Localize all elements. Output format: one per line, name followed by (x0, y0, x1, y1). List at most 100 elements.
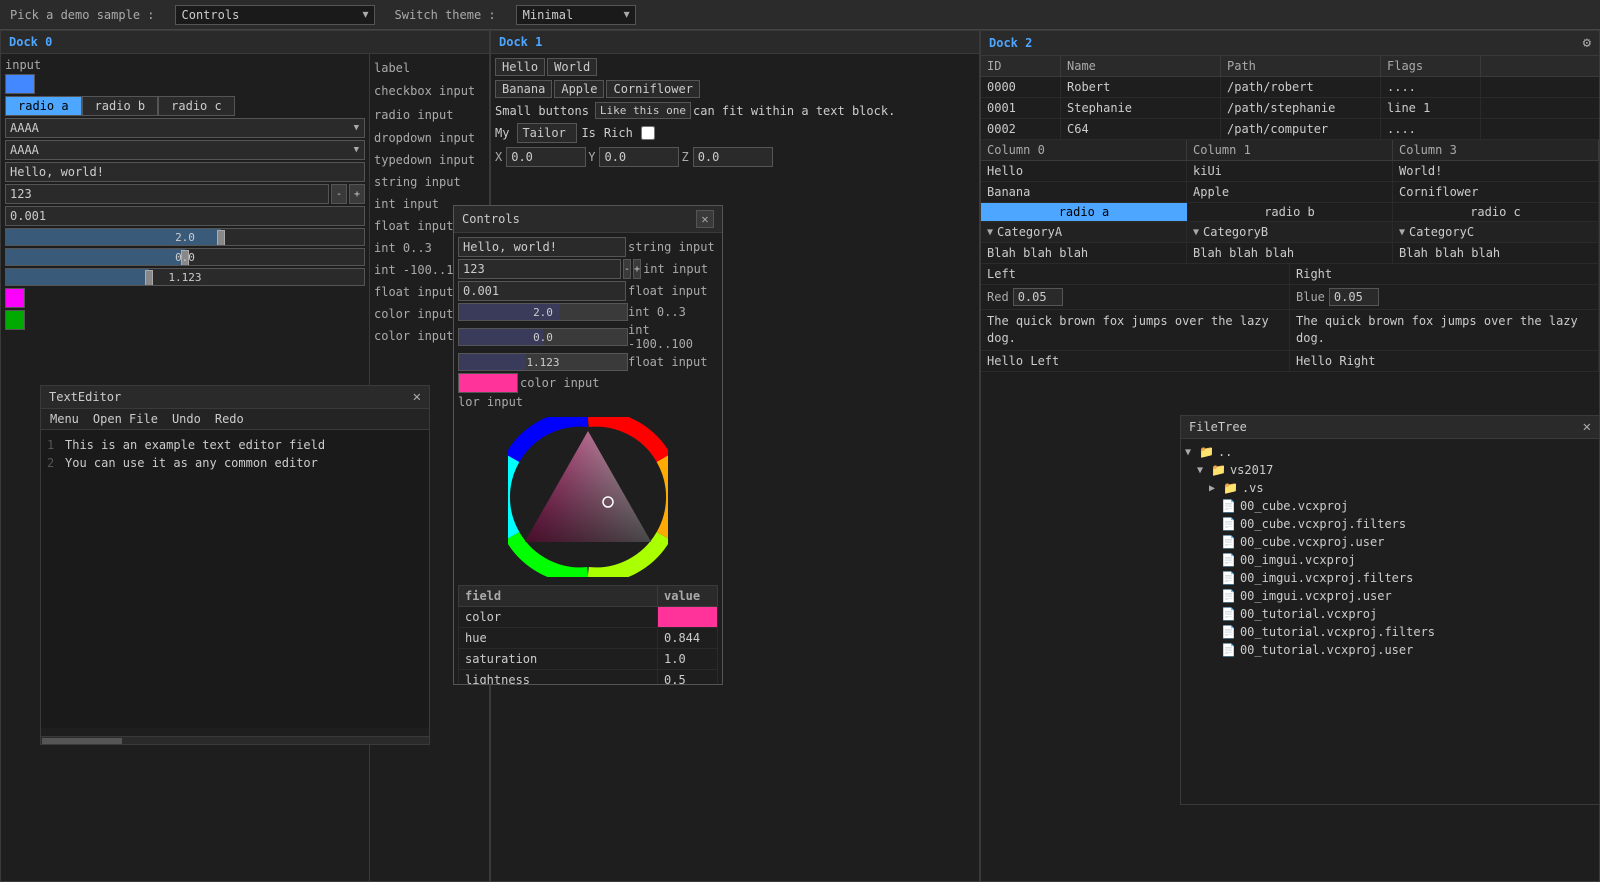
color-swatch-value[interactable] (658, 607, 718, 628)
demo-sample-select[interactable]: Controls (175, 5, 375, 25)
hscroll-thumb[interactable] (42, 738, 122, 744)
is-label: Is (581, 126, 595, 140)
radio-b-cell[interactable]: radio b (1187, 203, 1393, 221)
gear-icon[interactable]: ⚙ (1583, 35, 1591, 51)
table-row-0[interactable]: 0000 Robert /path/robert .... (981, 77, 1599, 98)
vs-label: .vs (1242, 481, 1264, 495)
tree-file-cube-filters[interactable]: 📄 00_cube.vcxproj.filters (1185, 515, 1595, 533)
modal-float-row: float input (458, 281, 718, 301)
tree-item-vs2017[interactable]: ▼ 📁 vs2017 (1185, 461, 1595, 479)
open-file-menu[interactable]: Open File (90, 411, 161, 427)
theme-select[interactable]: Minimal (516, 5, 636, 25)
tree-file-tutorial-filters[interactable]: 📄 00_tutorial.vcxproj.filters (1185, 623, 1595, 641)
undo-menu[interactable]: Undo (169, 411, 204, 427)
blue-input[interactable] (1329, 288, 1379, 306)
x-input[interactable] (506, 147, 586, 167)
modal-color2-row: lor input (458, 395, 718, 409)
table-row-1[interactable]: 0001 Stephanie /path/stephanie line 1 (981, 98, 1599, 119)
modal-color-swatch[interactable] (458, 373, 518, 393)
tree-file-cube-user[interactable]: 📄 00_cube.vcxproj.user (1185, 533, 1595, 551)
radio-a-btn[interactable]: radio a (5, 96, 82, 116)
radio-c-cell[interactable]: radio c (1393, 203, 1599, 221)
tree-file-cube-proj[interactable]: 📄 00_cube.vcxproj (1185, 497, 1595, 515)
string-label: string input (374, 172, 485, 192)
tailor-input[interactable] (517, 123, 577, 143)
modal-float-slider[interactable]: 1.123 (458, 353, 628, 371)
string-input[interactable] (5, 162, 365, 182)
tree-file-tutorial-proj[interactable]: 📄 00_tutorial.vcxproj (1185, 605, 1595, 623)
modal-int-input[interactable] (458, 259, 621, 279)
cat-b-arrow: ▼ (1193, 227, 1199, 238)
radio-a-cell[interactable]: radio a (981, 203, 1187, 221)
float-slider[interactable]: 1.123 (5, 268, 365, 286)
table-row-2[interactable]: 0002 C64 /path/computer .... (981, 119, 1599, 140)
blah-2: Blah blah blah (1187, 243, 1393, 263)
banana-tag[interactable]: Banana (495, 80, 552, 98)
color-swatch-1[interactable] (5, 74, 35, 94)
modal-string-input[interactable] (458, 237, 626, 257)
cube-proj-label: 00_cube.vcxproj (1240, 499, 1348, 513)
small-btn-1[interactable]: Like this one (595, 102, 691, 119)
y-input[interactable] (599, 147, 679, 167)
tree-file-imgui-proj[interactable]: 📄 00_imgui.vcxproj (1185, 551, 1595, 569)
tutorial-proj-label: 00_tutorial.vcxproj (1240, 607, 1377, 621)
inline-text: can fit within a text block. (693, 104, 895, 118)
red-input[interactable] (1013, 288, 1063, 306)
tree-file-tutorial-user[interactable]: 📄 00_tutorial.vcxproj.user (1185, 641, 1595, 659)
corniflower-tag[interactable]: Corniflower (606, 80, 699, 98)
int-slider2[interactable]: 0.0 (5, 248, 365, 266)
modal-float-input[interactable] (458, 281, 626, 301)
z-input[interactable] (693, 147, 773, 167)
cat-c-label: CategoryC (1409, 225, 1474, 239)
modal-slider1[interactable]: 2.0 (458, 303, 628, 321)
text-editor-menu: Menu Open File Undo Redo (41, 409, 429, 430)
filetree-window: FileTree ✕ ▼ 📁 .. ▼ 📁 vs2017 ▶ 📁 .vs 📄 0… (1180, 415, 1600, 805)
row1-flags: line 1 (1381, 98, 1481, 118)
text-editor-area[interactable]: 1 This is an example text editor field 2… (41, 430, 429, 728)
modal-int-minus[interactable]: - (623, 259, 631, 279)
text-editor-window: TextEditor ✕ Menu Open File Undo Redo 1 … (40, 385, 430, 745)
x-label: X (495, 150, 502, 164)
color-wheel-container[interactable] (508, 417, 668, 577)
color-wheel-svg[interactable] (508, 417, 668, 577)
vs-arrow: ▶ (1209, 483, 1219, 494)
color-input-2[interactable] (5, 310, 25, 330)
hello-left-cell: Hello Left (981, 351, 1290, 371)
controls-modal-close[interactable]: ✕ (696, 210, 714, 228)
tree-file-imgui-user[interactable]: 📄 00_imgui.vcxproj.user (1185, 587, 1595, 605)
apple-tag[interactable]: Apple (554, 80, 604, 98)
checkbox-label: checkbox input (374, 80, 485, 102)
radio-b-btn[interactable]: radio b (82, 96, 159, 116)
int-plus-btn[interactable]: + (349, 184, 365, 204)
float-input[interactable] (5, 206, 365, 226)
tree-file-imgui-filters[interactable]: 📄 00_imgui.vcxproj.filters (1185, 569, 1595, 587)
int-input-row: - + (5, 184, 365, 204)
blah-row: Blah blah blah Blah blah blah Blah blah … (981, 243, 1599, 264)
cat-a-cell[interactable]: ▼ CategoryA (981, 222, 1187, 242)
editor-scrollbar[interactable] (41, 736, 429, 744)
typedown-select[interactable]: AAAA (5, 140, 365, 160)
tree-item-dotdot[interactable]: ▼ 📁 .. (1185, 443, 1595, 461)
int-input[interactable] (5, 184, 329, 204)
modal-slider2[interactable]: 0.0 (458, 328, 628, 346)
controls-modal: Controls ✕ string input - + int input fl… (453, 205, 723, 685)
cat-c-cell[interactable]: ▼ CategoryC (1393, 222, 1599, 242)
filetree-close[interactable]: ✕ (1583, 419, 1591, 435)
radio-c-btn[interactable]: radio c (158, 96, 235, 116)
dropdown-select[interactable]: AAAA (5, 118, 365, 138)
world-tag[interactable]: World (547, 58, 597, 76)
text-editor-close[interactable]: ✕ (413, 389, 421, 405)
dotdot-folder-icon: 📁 (1199, 445, 1214, 459)
modal-int-plus[interactable]: + (633, 259, 641, 279)
tree-item-vs[interactable]: ▶ 📁 .vs (1185, 479, 1595, 497)
hello-tag[interactable]: Hello (495, 58, 545, 76)
int-slider[interactable]: 2.0 (5, 228, 365, 246)
cat-b-cell[interactable]: ▼ CategoryB (1187, 222, 1393, 242)
color-input-1[interactable] (5, 288, 25, 308)
menu-menu[interactable]: Menu (47, 411, 82, 427)
int-minus-btn[interactable]: - (331, 184, 347, 204)
row0-id: 0000 (981, 77, 1061, 97)
rich-checkbox[interactable] (641, 126, 655, 140)
redo-menu[interactable]: Redo (212, 411, 247, 427)
row0-name: Robert (1061, 77, 1221, 97)
